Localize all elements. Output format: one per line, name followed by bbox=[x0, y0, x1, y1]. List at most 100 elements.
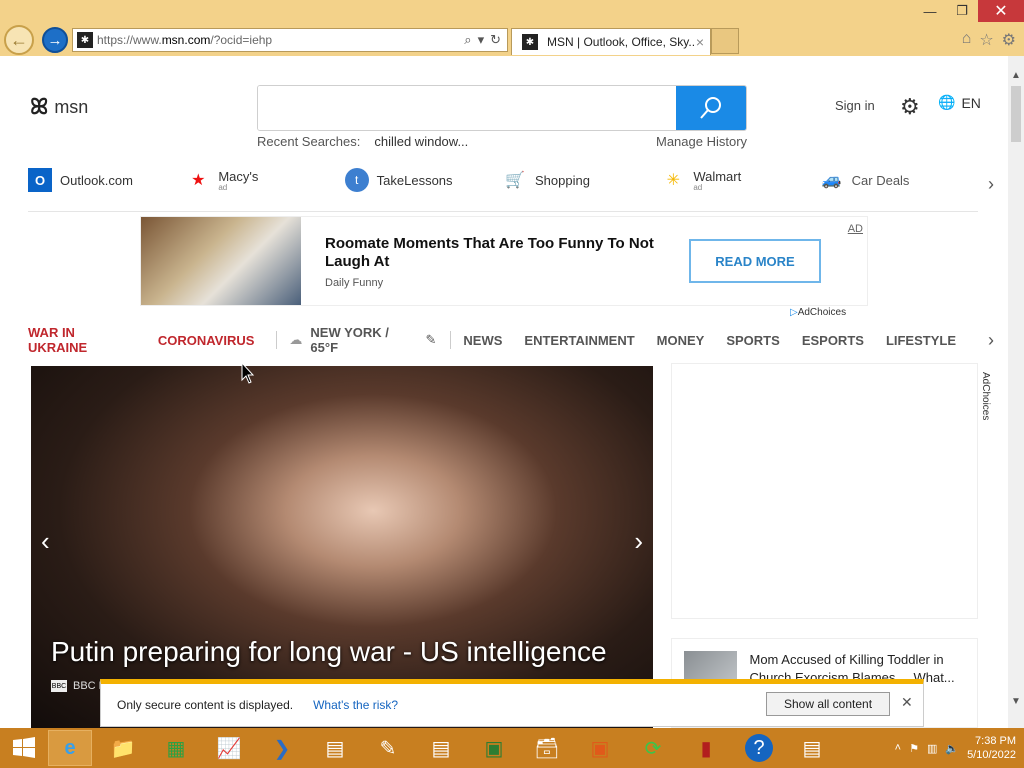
tab-close-icon[interactable]: × bbox=[696, 34, 704, 50]
msn-butterfly-icon: ꕤ bbox=[30, 94, 49, 119]
folder-icon: 📁 bbox=[110, 737, 136, 760]
quicklink-macys[interactable]: ★ Macy's ad bbox=[186, 168, 344, 192]
taskbar-app-book[interactable]: ▮ bbox=[684, 730, 728, 766]
archive-icon: 🗃 bbox=[534, 737, 560, 760]
taskbar-app-chart[interactable]: 📈 bbox=[207, 730, 251, 766]
page-scrollbar[interactable]: ▲ ▼ bbox=[1008, 56, 1024, 728]
quicklink-walmart[interactable]: ✳ Walmart ad bbox=[661, 168, 819, 192]
home-icon[interactable]: ⌂ bbox=[962, 30, 972, 50]
url-text[interactable]: https://www.msn.com/?ocid=iehp bbox=[97, 33, 464, 47]
taskbar-store[interactable]: ▦ bbox=[154, 730, 198, 766]
taskbar-powershell[interactable]: ❯ bbox=[260, 730, 304, 766]
app-icon: ▣ bbox=[484, 737, 504, 760]
security-notification-bar: Only secure content is displayed. What's… bbox=[100, 679, 924, 727]
taskbar-app-notes[interactable]: ✎ bbox=[366, 730, 410, 766]
app-icon: ▣ bbox=[590, 737, 610, 760]
nav-esports[interactable]: ESPORTS bbox=[802, 333, 864, 348]
taskbar-app-doc1[interactable]: ▤ bbox=[313, 730, 357, 766]
scroll-down-arrow-icon[interactable]: ▼ bbox=[1008, 694, 1024, 710]
hero-carousel[interactable]: ‹ › Putin preparing for long war - US in… bbox=[31, 366, 653, 728]
search-button[interactable] bbox=[676, 86, 746, 130]
clock[interactable]: 7:38 PM 5/10/2022 bbox=[967, 734, 1016, 762]
dropdown-icon[interactable]: ▾ bbox=[478, 32, 485, 48]
address-bar[interactable]: ✱ https://www.msn.com/?ocid=iehp ⌕ ▾ ↻ bbox=[72, 28, 508, 52]
car-icon: 🚙 bbox=[821, 172, 842, 189]
volume-icon[interactable]: 🔈 bbox=[945, 742, 959, 755]
sidebar-adchoices-link[interactable]: AdChoices bbox=[980, 372, 991, 420]
forward-button[interactable]: → bbox=[42, 27, 68, 53]
taskbar-app-orange[interactable]: ▣ bbox=[578, 730, 622, 766]
sync-icon: ⟳ bbox=[644, 737, 662, 760]
taskbar-app-green[interactable]: ▣ bbox=[472, 730, 516, 766]
notification-message: Only secure content is displayed. bbox=[117, 698, 294, 712]
show-all-content-button[interactable]: Show all content bbox=[766, 692, 890, 716]
quick-links-bar: O Outlook.com ★ Macy's ad t TakeLessons 🛒… bbox=[28, 168, 978, 212]
close-window-button[interactable]: ✕ bbox=[978, 0, 1024, 22]
sign-in-link[interactable]: Sign in bbox=[835, 98, 875, 113]
taskbar-app-archive[interactable]: 🗃 bbox=[525, 730, 569, 766]
read-more-button[interactable]: READ MORE bbox=[689, 239, 821, 283]
network-icon[interactable]: ▥ bbox=[927, 742, 937, 755]
tray-expand-icon[interactable]: ˄ bbox=[895, 742, 901, 754]
msn-logo[interactable]: ꕤ msn bbox=[30, 94, 88, 120]
taskbar-app-sync[interactable]: ⟳ bbox=[631, 730, 675, 766]
favorites-star-icon[interactable]: ☆ bbox=[979, 30, 993, 50]
window-controls: — ❐ ✕ bbox=[914, 0, 1024, 22]
restore-button[interactable]: ❐ bbox=[946, 0, 978, 22]
document-icon: ▤ bbox=[802, 737, 822, 760]
language-selector[interactable]: 🌐 EN bbox=[938, 94, 981, 111]
carousel-next-chevron-icon[interactable]: › bbox=[634, 526, 643, 557]
sidebar-ad-slot[interactable] bbox=[671, 363, 978, 619]
tab-msn[interactable]: ✱ MSN | Outlook, Office, Sky... × bbox=[511, 28, 711, 55]
weather-widget[interactable]: ☁ NEW YORK / 65°F ✎ bbox=[289, 325, 436, 355]
taskbar-app-doc3[interactable]: ▤ bbox=[790, 730, 834, 766]
category-next-chevron-icon[interactable]: › bbox=[988, 330, 994, 351]
search-icon[interactable]: ⌕ bbox=[464, 32, 471, 48]
recent-term-link[interactable]: chilled window... bbox=[374, 134, 468, 149]
ad-image[interactable] bbox=[141, 217, 301, 305]
taskbar-file-explorer[interactable]: 📁 bbox=[101, 730, 145, 766]
nav-war-in-ukraine[interactable]: WAR IN UKRAINE bbox=[28, 325, 136, 355]
document-icon: ▤ bbox=[431, 737, 451, 760]
minimize-button[interactable]: — bbox=[914, 0, 946, 22]
quicklink-outlook[interactable]: O Outlook.com bbox=[28, 168, 186, 192]
back-button[interactable]: ← bbox=[4, 25, 34, 55]
search-input[interactable] bbox=[258, 86, 678, 130]
nav-entertainment[interactable]: ENTERTAINMENT bbox=[524, 333, 634, 348]
taskbar-internet-explorer[interactable]: e bbox=[48, 730, 92, 766]
refresh-icon[interactable]: ↻ bbox=[490, 32, 501, 48]
carousel-prev-chevron-icon[interactable]: ‹ bbox=[41, 526, 50, 557]
nav-money[interactable]: MONEY bbox=[657, 333, 705, 348]
scroll-up-arrow-icon[interactable]: ▲ bbox=[1008, 68, 1024, 84]
hero-headline[interactable]: Putin preparing for long war - US intell… bbox=[51, 636, 607, 668]
settings-gear-icon[interactable]: ⚙ bbox=[1002, 30, 1016, 50]
globe-icon: 🌐 bbox=[938, 94, 956, 110]
scrollbar-thumb[interactable] bbox=[1011, 86, 1021, 142]
browser-chrome: — ❐ ✕ ← → ✱ https://www.msn.com/?ocid=ie… bbox=[0, 0, 1024, 56]
notification-close-icon[interactable]: ✕ bbox=[901, 694, 913, 711]
help-icon: ? bbox=[745, 734, 773, 762]
start-button[interactable] bbox=[0, 728, 48, 768]
nav-sports[interactable]: SPORTS bbox=[726, 333, 779, 348]
quicklink-shopping[interactable]: 🛒 Shopping bbox=[503, 168, 661, 192]
taskbar-help[interactable]: ? bbox=[737, 730, 781, 766]
ad-headline[interactable]: Roomate Moments That Are Too Funny To No… bbox=[325, 235, 671, 271]
nav-coronavirus[interactable]: CORONAVIRUS bbox=[158, 333, 255, 348]
quicklink-car-deals[interactable]: 🚙 Car Deals bbox=[820, 168, 978, 192]
nav-news[interactable]: NEWS bbox=[463, 333, 502, 348]
edit-pencil-icon[interactable]: ✎ bbox=[426, 332, 437, 348]
quicklink-takelessons[interactable]: t TakeLessons bbox=[344, 168, 503, 192]
whats-the-risk-link[interactable]: What's the risk? bbox=[313, 698, 398, 712]
nav-divider bbox=[276, 331, 278, 349]
taskbar-app-doc2[interactable]: ▤ bbox=[419, 730, 463, 766]
adchoices-link[interactable]: ▷AdChoices bbox=[790, 307, 846, 318]
flag-icon[interactable]: ⚑ bbox=[909, 742, 919, 755]
nav-lifestyle[interactable]: LIFESTYLE bbox=[886, 333, 956, 348]
manage-history-link[interactable]: Manage History bbox=[656, 134, 747, 149]
ad-label[interactable]: AD bbox=[848, 223, 863, 235]
quicklinks-next-chevron-icon[interactable]: › bbox=[988, 174, 994, 195]
settings-gear-icon[interactable]: ⚙ bbox=[900, 94, 920, 120]
msn-favicon-icon: ✱ bbox=[522, 34, 538, 50]
new-tab-button[interactable] bbox=[711, 28, 739, 54]
ad-banner[interactable]: Roomate Moments That Are Too Funny To No… bbox=[140, 216, 868, 306]
